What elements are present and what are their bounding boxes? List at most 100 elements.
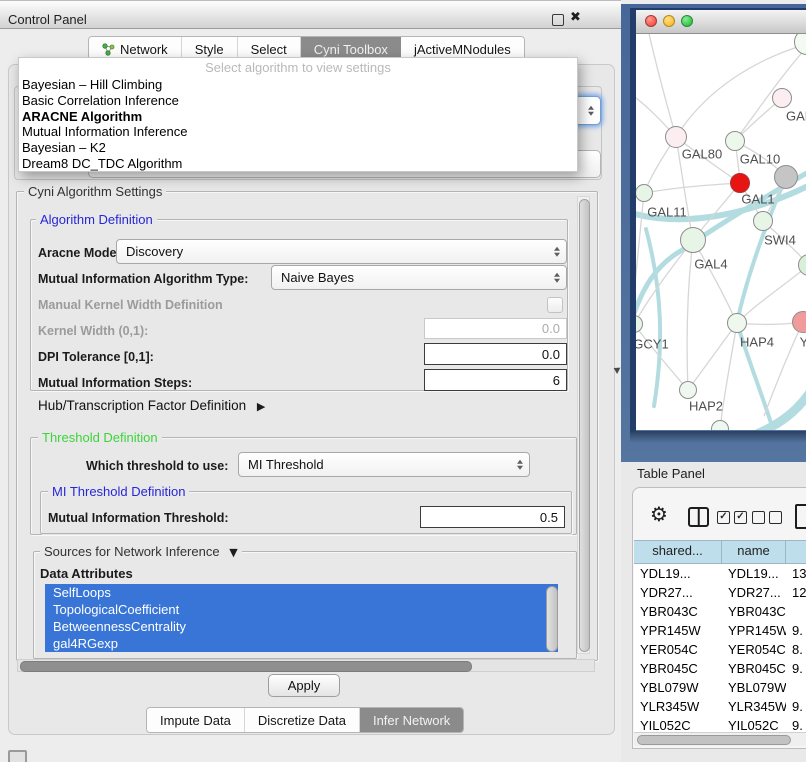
kernel-width-input[interactable]: 0.0 bbox=[424, 318, 567, 339]
bottom-tab-label: Infer Network bbox=[373, 713, 450, 728]
spinner-arrows-icon bbox=[517, 459, 523, 470]
close-traffic-light-icon[interactable] bbox=[645, 15, 657, 27]
dropdown-placeholder: Select algorithm to view settings bbox=[19, 60, 577, 77]
table-row[interactable]: YBR045CYBR045C9. bbox=[634, 659, 806, 678]
table-cell: YBR045C bbox=[722, 659, 786, 678]
bottom-tab-infer-network[interactable]: Infer Network bbox=[360, 708, 463, 732]
node-label-gal1: GAL1 bbox=[741, 192, 774, 207]
table-cell: 9. bbox=[786, 716, 806, 732]
minimized-panel-icon[interactable] bbox=[8, 750, 27, 762]
mi-steps-input[interactable]: 6 bbox=[424, 369, 567, 391]
mi-threshold-input[interactable]: 0.5 bbox=[420, 506, 565, 528]
node-label-gal10: GAL10 bbox=[740, 152, 780, 167]
network-canvas[interactable]: GAL80GALGAL10GAL1GAL11SWI4GAL4GCY1HAP4YH… bbox=[636, 34, 806, 430]
dropdown-item-mutual-information-inference[interactable]: Mutual Information Inference bbox=[19, 124, 577, 140]
hub-expander[interactable]: Hub/Transcription Factor Definition ▶ bbox=[38, 398, 265, 413]
dropdown-item-basic-correlation-inference[interactable]: Basic Correlation Inference bbox=[19, 93, 577, 109]
attribute-item-selfloops[interactable]: SelfLoops bbox=[45, 584, 558, 601]
table-row[interactable]: YPR145WYPR145W9. bbox=[634, 621, 806, 640]
table-horizontal-scrollbar-thumb[interactable] bbox=[637, 735, 791, 745]
table-row[interactable]: YER054CYER054C8. bbox=[634, 640, 806, 659]
network-node[interactable] bbox=[730, 173, 750, 193]
table-row[interactable]: YLR345WYLR345W9. bbox=[634, 697, 806, 716]
attributes-scrollbar[interactable] bbox=[546, 586, 558, 652]
zoom-traffic-light-icon[interactable] bbox=[681, 15, 693, 27]
table-panel-title: Table Panel bbox=[637, 466, 705, 481]
unchecked-box-icon bbox=[769, 511, 782, 524]
table-cell: YER054C bbox=[722, 640, 786, 659]
spinner-arrows-icon bbox=[554, 272, 560, 283]
table-row[interactable]: YBR043CYBR043C bbox=[634, 602, 806, 621]
minimize-traffic-light-icon[interactable] bbox=[663, 15, 675, 27]
mi-type-select[interactable]: Naive Bayes bbox=[271, 265, 567, 290]
bottom-tab-discretize-data[interactable]: Discretize Data bbox=[245, 708, 360, 732]
network-node[interactable] bbox=[772, 88, 792, 108]
checked-box-icon: ✓ bbox=[717, 511, 730, 524]
gear-icon[interactable]: ⚙ bbox=[650, 504, 668, 524]
bottom-tab-label: Impute Data bbox=[160, 713, 231, 728]
sources-group-title[interactable]: Sources for Network Inference ▼ bbox=[40, 544, 242, 559]
dpi-tolerance-input[interactable]: 0.0 bbox=[424, 343, 567, 365]
table-row[interactable]: YBL079WYBL079W bbox=[634, 678, 806, 697]
data-attributes-list: SelfLoopsTopologicalCoefficientBetweenne… bbox=[45, 584, 558, 652]
network-window: GAL80GALGAL10GAL1GAL11SWI4GAL4GCY1HAP4YH… bbox=[630, 8, 806, 431]
manual-kernel-checkbox[interactable] bbox=[547, 297, 563, 313]
network-node[interactable] bbox=[725, 131, 745, 151]
apply-button[interactable]: Apply bbox=[268, 674, 340, 697]
minimize-icon[interactable] bbox=[552, 14, 564, 26]
select-all-checkboxes-icon[interactable]: ✓ ✓ bbox=[717, 511, 747, 524]
network-node[interactable] bbox=[665, 126, 687, 148]
network-node[interactable] bbox=[753, 211, 773, 231]
close-icon[interactable]: ✖ bbox=[570, 10, 581, 25]
document-icon[interactable] bbox=[795, 504, 806, 529]
node-label-y: Y bbox=[800, 335, 806, 350]
deselect-all-checkboxes-icon[interactable] bbox=[752, 511, 782, 524]
column-header-shared[interactable]: shared... bbox=[634, 541, 722, 563]
dropdown-item-dream8-dc-tdc-algorithm[interactable]: Dream8 DC_TDC Algorithm bbox=[19, 156, 577, 172]
settings-vertical-scrollbar-thumb[interactable] bbox=[579, 199, 590, 652]
node-label-gcy1: GCY1 bbox=[636, 337, 669, 352]
table-cell: YLR345W bbox=[722, 697, 786, 716]
column-header-a[interactable]: A bbox=[786, 541, 806, 563]
table-row[interactable]: YDL19...YDL19...13 bbox=[634, 564, 806, 583]
hub-expander-label: Hub/Transcription Factor Definition bbox=[38, 398, 246, 413]
network-node[interactable] bbox=[727, 313, 747, 333]
node-label-gal: GAL bbox=[786, 109, 806, 124]
attribute-item-topologicalcoefficient[interactable]: TopologicalCoefficient bbox=[45, 601, 558, 618]
aracne-mode-label: Aracne Mode: bbox=[38, 246, 121, 260]
settings-horizontal-scrollbar-thumb[interactable] bbox=[20, 661, 472, 672]
which-threshold-select[interactable]: MI Threshold bbox=[238, 452, 530, 477]
dropdown-item-bayesian-hill-climbing[interactable]: Bayesian – Hill Climbing bbox=[19, 77, 577, 93]
dropdown-item-aracne-algorithm[interactable]: ARACNE Algorithm bbox=[19, 109, 577, 125]
network-node[interactable] bbox=[680, 227, 706, 253]
network-node[interactable] bbox=[679, 381, 697, 399]
attribute-item-gal4rgexp[interactable]: gal4RGexp bbox=[45, 635, 558, 652]
dropdown-item-bayesian-k2[interactable]: Bayesian – K2 bbox=[19, 140, 577, 156]
column-header-name[interactable]: name bbox=[722, 541, 786, 563]
bottom-tab-label: Discretize Data bbox=[258, 713, 346, 728]
columns-icon[interactable] bbox=[688, 507, 709, 527]
network-window-titlebar[interactable] bbox=[636, 10, 806, 34]
table-row[interactable]: YDR27...YDR27...12 bbox=[634, 583, 806, 602]
node-label-gal11: GAL11 bbox=[647, 205, 687, 220]
control-panel-titlebar: Control Panel ✖ bbox=[0, 0, 621, 29]
network-node[interactable] bbox=[774, 165, 798, 189]
attribute-item-betweennesscentrality[interactable]: BetweennessCentrality bbox=[45, 618, 558, 635]
table-cell: 9. bbox=[786, 659, 806, 678]
bottom-tab-impute-data[interactable]: Impute Data bbox=[147, 708, 245, 732]
aracne-mode-select[interactable]: Discovery bbox=[116, 239, 567, 264]
table-cell: YLR345W bbox=[634, 697, 722, 716]
table-cell: YPR145W bbox=[722, 621, 786, 640]
tab-label: jActiveMNodules bbox=[414, 42, 511, 57]
algorithm-dropdown-list: Select algorithm to view settings Bayesi… bbox=[18, 57, 578, 172]
network-icon bbox=[102, 43, 115, 56]
table-row[interactable]: YIL052CYIL052C9. bbox=[634, 716, 806, 732]
table-cell: YPR145W bbox=[634, 621, 722, 640]
data-attributes-label: Data Attributes bbox=[40, 566, 133, 581]
node-label-gal4: GAL4 bbox=[694, 257, 727, 272]
table-cell: YDL19... bbox=[722, 564, 786, 583]
tab-label: Select bbox=[251, 42, 287, 57]
bottom-tabbar: Impute Data Discretize Data Infer Network bbox=[146, 707, 464, 733]
table-cell: YIL052C bbox=[722, 716, 786, 732]
manual-kernel-label: Manual Kernel Width Definition bbox=[38, 298, 223, 312]
